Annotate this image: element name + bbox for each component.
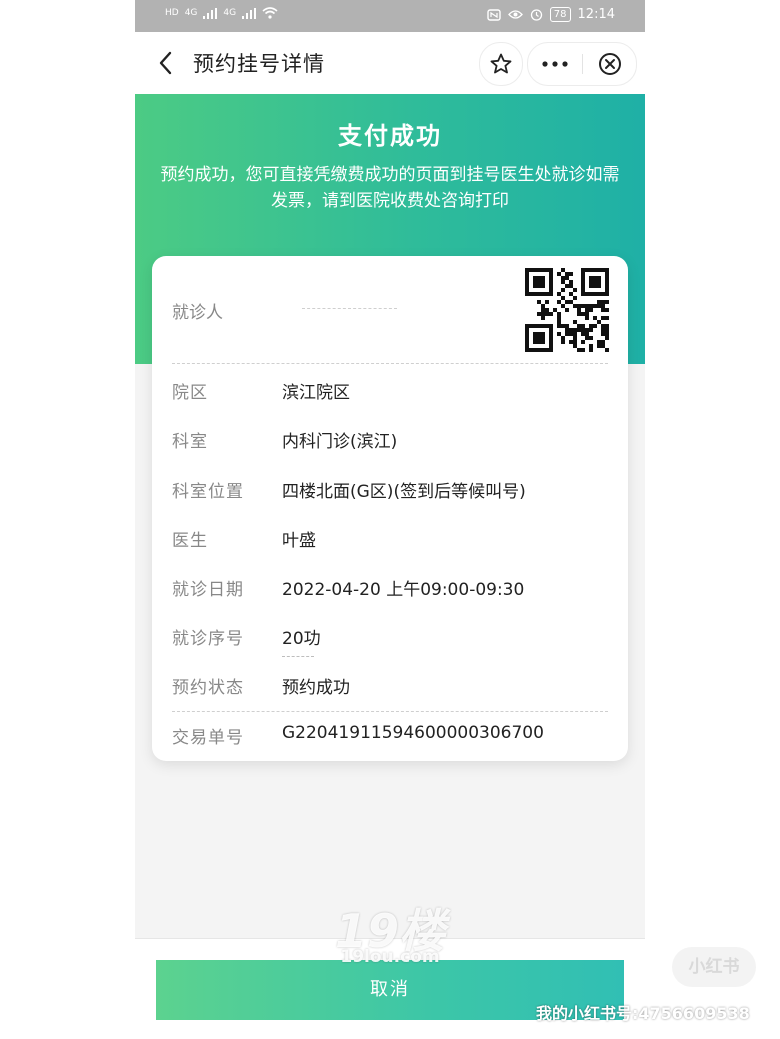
row-doctor: 医生 叶盛	[152, 526, 628, 556]
phone-screen: HD 4G 4G 78 12:14 预约挂号详情 支付成功 预约成功，您可直接凭…	[135, 0, 645, 1039]
status-bar: HD 4G 4G 78 12:14	[135, 0, 645, 32]
row-value: 2022-04-20 上午09:00-09:30	[282, 580, 525, 600]
row-sequence: 就诊序号 20功	[152, 624, 628, 654]
row-location: 科室位置 四楼北面(G区)(签到后等候叫号)	[152, 477, 628, 507]
watermark-xhs-id: 我的小红书号:4756609538	[536, 1004, 750, 1023]
row-value: 叶盛	[282, 531, 316, 551]
row-date: 就诊日期 2022-04-20 上午09:00-09:30	[152, 575, 628, 605]
signal-icon	[242, 7, 257, 19]
alarm-icon	[530, 9, 542, 21]
row-label: 就诊日期	[172, 580, 244, 600]
row-department: 科室 内科门诊(滨江)	[152, 427, 628, 457]
watermark-19lou-domain: 19lou.com	[340, 947, 440, 967]
patient-label: 就诊人	[172, 303, 223, 323]
wifi-icon	[262, 7, 278, 19]
row-label: 就诊序号	[172, 629, 244, 649]
page-title: 预约挂号详情	[193, 52, 325, 76]
banner-description: 预约成功，您可直接凭缴费成功的页面到挂号医生处就诊如需发票，请到医院收费处咨询打…	[160, 165, 620, 211]
row-value: 20功	[282, 629, 321, 649]
row-value: 四楼北面(G区)(签到后等候叫号)	[282, 482, 526, 502]
row-value: G22041911594600000306700	[282, 723, 544, 743]
hd-badge: HD	[165, 8, 179, 18]
status-left: HD 4G 4G	[165, 7, 278, 19]
divider	[172, 363, 608, 364]
qr-code-icon[interactable]	[525, 268, 609, 352]
row-status: 预约状态 预约成功	[152, 673, 628, 703]
network-4g-2: 4G	[223, 8, 237, 18]
row-value: 内科门诊(滨江)	[282, 432, 398, 452]
status-right: 78 12:14	[487, 7, 615, 22]
row-transaction: 交易单号 G22041911594600000306700	[152, 723, 628, 753]
more-dots-icon	[542, 61, 568, 67]
banner-title: 支付成功	[338, 122, 442, 150]
appointment-card: 就诊人 院区 滨江院区 科室 内科门诊(滨江) 科室位置 四楼北面(G区)(签到…	[152, 256, 628, 761]
row-label: 院区	[172, 383, 208, 403]
row-label: 预约状态	[172, 678, 244, 698]
row-campus: 院区 滨江院区	[152, 378, 628, 408]
row-label: 科室	[172, 432, 208, 452]
battery-level: 78	[549, 7, 571, 22]
row-label: 医生	[172, 531, 208, 551]
nfc-icon	[487, 8, 501, 21]
back-arrow-icon[interactable]	[153, 48, 179, 78]
nav-bar: 预约挂号详情	[135, 32, 645, 94]
more-button[interactable]	[528, 43, 582, 85]
close-button[interactable]	[583, 43, 636, 85]
row-value: 预约成功	[282, 678, 350, 698]
signal-icon	[203, 7, 218, 19]
row-value: 滨江院区	[282, 383, 350, 403]
star-icon	[490, 53, 512, 74]
favorite-button[interactable]	[479, 42, 523, 86]
row-label: 科室位置	[172, 482, 244, 502]
watermark-xhs-logo: 小红书	[672, 947, 756, 987]
eye-icon	[507, 10, 523, 19]
mini-program-capsule	[527, 42, 637, 86]
row-label: 交易单号	[172, 728, 244, 748]
patient-name-redacted	[302, 308, 397, 309]
divider	[172, 711, 608, 712]
status-time: 12:14	[577, 7, 615, 22]
sequence-underline	[282, 656, 314, 657]
network-4g-1: 4G	[184, 8, 198, 18]
close-circle-icon	[598, 53, 621, 75]
